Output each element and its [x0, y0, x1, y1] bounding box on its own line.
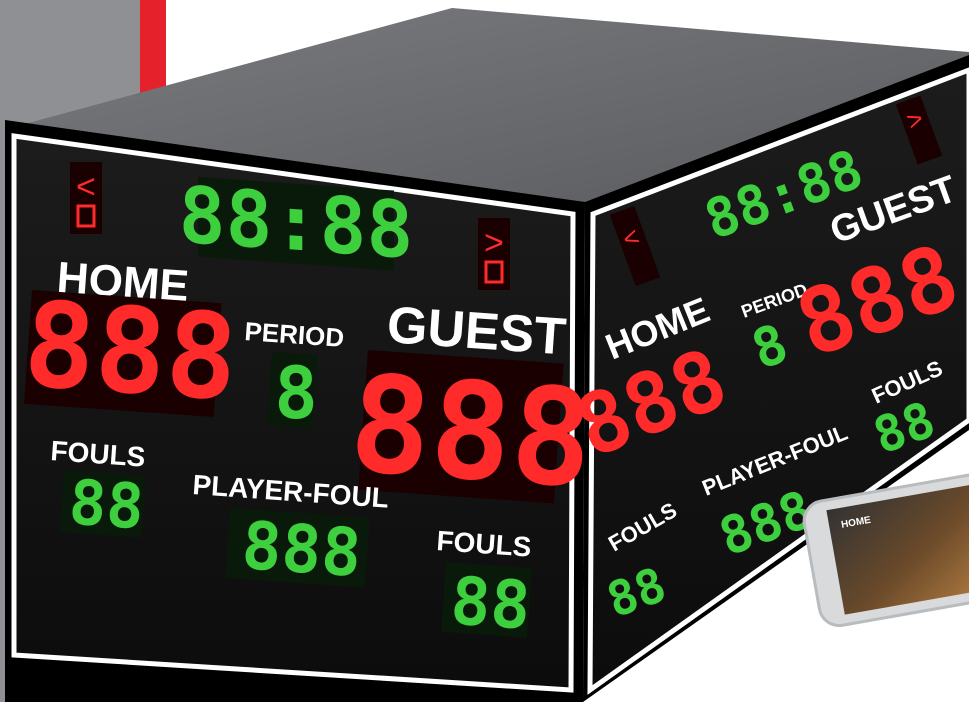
front-player-foul: 888	[239, 507, 363, 592]
front-right-arrow: >	[484, 227, 504, 265]
front-possession-left: <	[70, 162, 102, 234]
front-left-arrow: <	[76, 171, 96, 209]
front-home-score-display: 888	[20, 275, 242, 428]
front-clock: 88:88	[179, 171, 414, 277]
front-home-score: 888	[20, 275, 242, 428]
scoreboard-scene: < > 88:88 HOME 888 PERIOD 8 GUEST 888 FO…	[0, 0, 969, 702]
front-possession-right: >	[478, 218, 510, 290]
front-player-foul-display: 888	[225, 507, 370, 592]
front-guest-fouls: 88	[448, 562, 533, 644]
front-home-fouls-display: 88	[59, 466, 147, 544]
front-period: 8	[274, 351, 317, 435]
front-clock-display: 88:88	[179, 171, 414, 277]
front-guest-fouls-display: 88	[441, 561, 533, 645]
front-guest-fouls-label: FOULS	[436, 525, 533, 563]
front-period-display: 8	[266, 351, 318, 435]
front-home-fouls: 88	[67, 466, 147, 544]
